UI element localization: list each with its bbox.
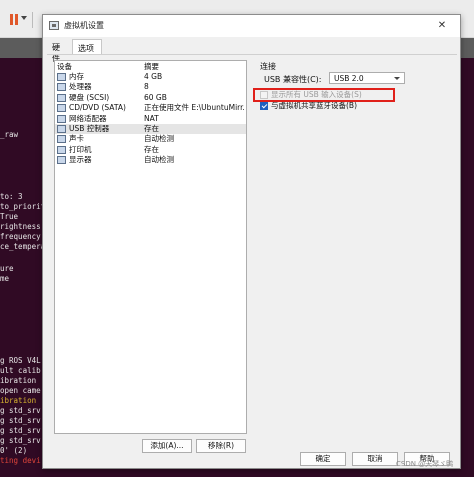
share-bluetooth-checkbox[interactable] bbox=[260, 102, 268, 110]
tab-options[interactable]: 选项 bbox=[72, 39, 102, 55]
tab-hardware[interactable]: 硬件 bbox=[47, 39, 69, 63]
device-name: 内存 bbox=[69, 72, 84, 81]
remove-device-button[interactable]: 移除(R) bbox=[196, 439, 246, 453]
dialog-titlebar: 虚拟机设置 ✕ bbox=[43, 15, 460, 37]
device-name: 显示器 bbox=[69, 155, 92, 165]
device-summary: 正在使用文件 E:\UbuntuMirr... bbox=[144, 103, 244, 113]
terminal-line: ibration bbox=[0, 396, 37, 405]
cdrom-icon bbox=[57, 104, 66, 113]
device-name: 声卡 bbox=[69, 134, 84, 144]
dialog-title: 虚拟机设置 bbox=[64, 21, 104, 30]
terminal-line: me bbox=[0, 274, 10, 283]
device-row[interactable]: 打印机 存在 bbox=[55, 145, 246, 155]
terminal-line: open came bbox=[0, 386, 41, 395]
printer-icon bbox=[57, 145, 66, 154]
connection-group-label: 连接 bbox=[260, 62, 276, 71]
terminal-line: to_priorit bbox=[0, 202, 42, 211]
device-row[interactable]: 硬盘 (SCSI) 60 GB bbox=[55, 93, 246, 103]
pause-icon[interactable] bbox=[9, 14, 19, 25]
device-row[interactable]: 处理器 8 bbox=[55, 82, 246, 92]
device-name: 处理器 bbox=[69, 82, 92, 92]
terminal-line: ult calib bbox=[0, 366, 41, 375]
terminal-line: ce_tempera bbox=[0, 242, 42, 251]
terminal-line: ure bbox=[0, 264, 14, 273]
close-button[interactable]: ✕ bbox=[435, 19, 449, 33]
device-summary: 存在 bbox=[144, 124, 159, 133]
add-device-button[interactable]: 添加(A)... bbox=[142, 439, 192, 453]
device-name: CD/DVD (SATA) bbox=[69, 103, 126, 113]
device-summary: 8 bbox=[144, 82, 149, 92]
usb-compat-value: USB 2.0 bbox=[334, 74, 364, 83]
ok-button[interactable]: 确定 bbox=[300, 452, 346, 466]
usb-compat-select[interactable]: USB 2.0 bbox=[329, 72, 405, 84]
terminal-line: g ROS V4L bbox=[0, 356, 41, 365]
terminal-line: to: 3 bbox=[0, 192, 23, 201]
terminal-line: ibration bbox=[0, 376, 37, 385]
terminal-line: rightness bbox=[0, 222, 41, 231]
device-summary: 自动检测 bbox=[144, 155, 174, 165]
device-summary: 60 GB bbox=[144, 92, 167, 102]
vm-settings-icon bbox=[49, 21, 59, 30]
usb-icon bbox=[57, 125, 66, 133]
device-name: 硬盘 (SCSI) bbox=[69, 92, 110, 102]
cpu-icon bbox=[57, 83, 66, 92]
device-row[interactable]: 声卡 自动检测 bbox=[55, 134, 246, 144]
share-bluetooth-label[interactable]: 与虚拟机共享蓝牙设备(B) bbox=[271, 101, 357, 111]
terminal-line: g std_srv bbox=[0, 426, 41, 435]
device-column-header: 设备 bbox=[57, 62, 72, 71]
device-name: USB 控制器 bbox=[69, 124, 110, 133]
device-name: 打印机 bbox=[69, 144, 92, 154]
device-row[interactable]: 内存 4 GB bbox=[55, 72, 246, 82]
cancel-button[interactable]: 取消 bbox=[352, 452, 398, 466]
device-summary: 存在 bbox=[144, 144, 159, 154]
chevron-down-icon bbox=[394, 77, 400, 80]
device-summary: 4 GB bbox=[144, 72, 163, 81]
highlight-annotation-box bbox=[253, 88, 395, 102]
memory-icon bbox=[57, 73, 66, 81]
device-row[interactable]: CD/DVD (SATA) 正在使用文件 E:\UbuntuMirr... bbox=[55, 103, 246, 113]
watermark: CSDN @天琴ゞ鸭 bbox=[396, 460, 454, 468]
chevron-down-icon[interactable] bbox=[21, 16, 27, 20]
device-summary: 自动检测 bbox=[144, 134, 174, 144]
device-table: 设备 摘要 内存 4 GB 处理器 8 硬盘 (SCSI) 60 GB CD/DVD (SA… bbox=[54, 60, 247, 434]
terminal-line: ting devi bbox=[0, 456, 41, 465]
device-row[interactable]: 显示器 自动检测 bbox=[55, 155, 246, 165]
usb-compat-label: USB 兼容性(C): bbox=[264, 75, 322, 84]
sound-icon bbox=[57, 135, 66, 144]
device-table-header: 设备 摘要 bbox=[55, 62, 246, 72]
harddisk-icon bbox=[57, 93, 66, 102]
terminal-line: g std_srv bbox=[0, 416, 41, 425]
display-icon bbox=[57, 156, 66, 165]
terminal-line: g std_srv bbox=[0, 406, 41, 415]
device-name: 网络适配器 bbox=[69, 113, 107, 123]
device-row[interactable]: 网络适配器 NAT bbox=[55, 114, 246, 124]
terminal-line: True bbox=[0, 212, 19, 221]
toolbar-divider bbox=[32, 12, 33, 28]
terminal-line: g std_srv bbox=[0, 436, 41, 445]
terminal-line: _raw bbox=[0, 130, 19, 139]
summary-column-header: 摘要 bbox=[144, 62, 159, 71]
device-summary: NAT bbox=[144, 113, 159, 123]
vm-settings-dialog: 虚拟机设置 ✕ 硬件 选项 设备 摘要 内存 4 GB 处理器 8 硬盘 (SCSI) 6… bbox=[42, 14, 461, 469]
terminal-line: 0' (2) bbox=[0, 446, 28, 455]
device-row[interactable]: USB 控制器 存在 bbox=[55, 124, 246, 135]
network-icon bbox=[57, 114, 66, 123]
terminal-line: frequency bbox=[0, 232, 41, 241]
